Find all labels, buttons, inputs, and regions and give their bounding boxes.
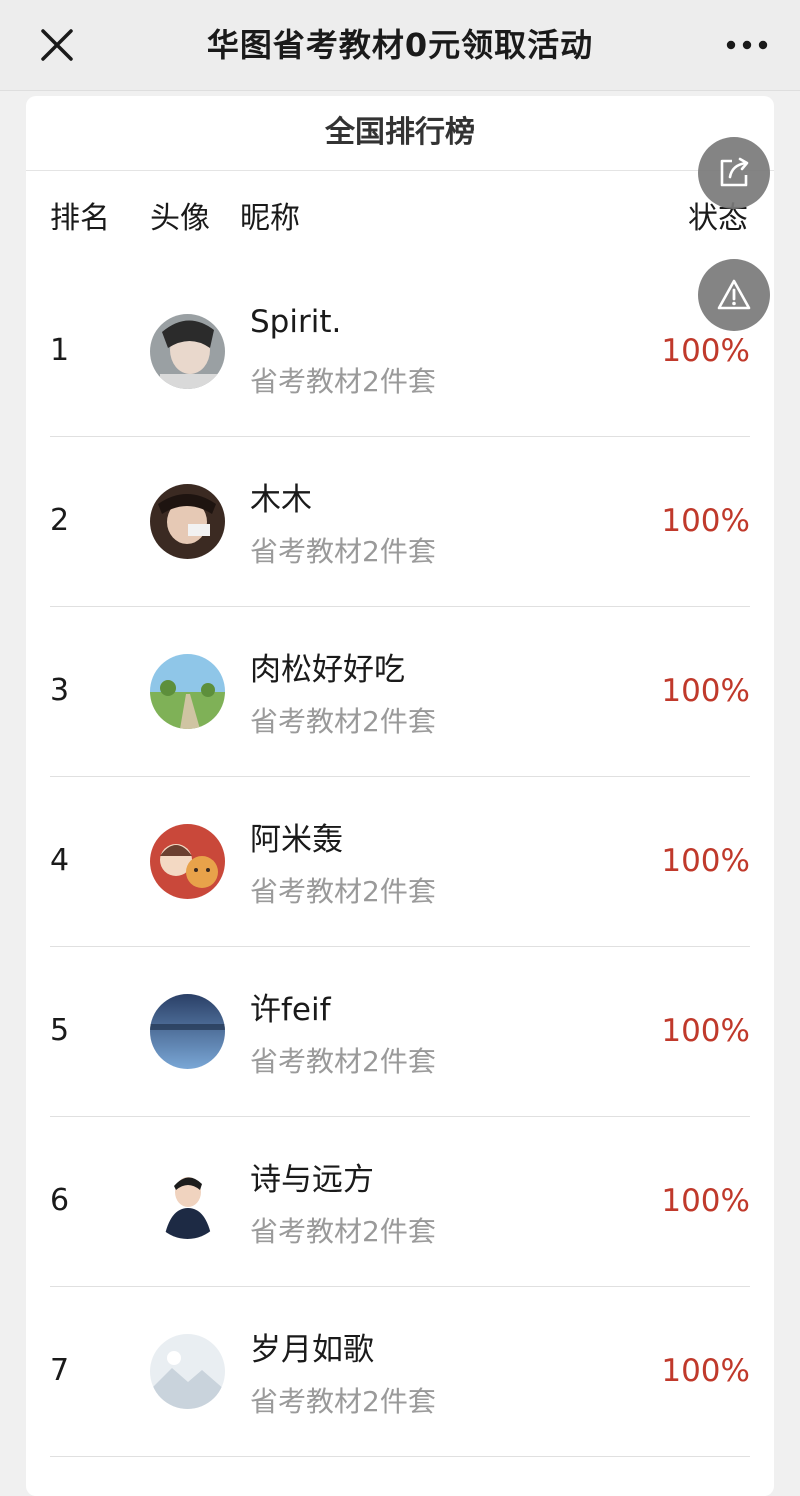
table-row[interactable]: 1 Spirit. 省考教材2件套 100% (50, 266, 750, 437)
rank-number: 3 (50, 673, 70, 708)
top-navbar: 华图省考教材0元领取活动 (0, 0, 800, 91)
table-header: 排名 头像 昵称 状态 (26, 194, 774, 244)
leaderboard-title: 全国排行榜 (26, 96, 774, 171)
report-button[interactable] (698, 259, 770, 331)
nickname: 肉松好好吃 (250, 652, 405, 688)
table-row[interactable]: 6 诗与远方 省考教材2件套 100% (50, 1116, 750, 1287)
status-percent: 100% (661, 843, 750, 879)
avatar[interactable] (150, 824, 225, 899)
share-icon (720, 157, 749, 187)
reward-text: 省考教材2件套 (250, 1045, 436, 1078)
reward-text: 省考教材2件套 (250, 705, 436, 738)
reward-text: 省考教材2件套 (250, 1215, 436, 1248)
header-avatar: 头像 (150, 201, 210, 236)
rank-number: 2 (50, 503, 70, 538)
status-percent: 100% (661, 503, 750, 539)
table-row[interactable]: 5 许feif 省考教材2件套 100% (50, 946, 750, 1117)
rank-number: 7 (50, 1353, 70, 1388)
rank-number: 4 (50, 843, 70, 878)
avatar[interactable] (150, 484, 225, 559)
page-title: 华图省考教材0元领取活动 (206, 26, 594, 64)
avatar[interactable] (150, 1164, 225, 1239)
header-nickname: 昵称 (240, 201, 300, 236)
nickname: 许feif (250, 992, 331, 1028)
reward-text: 省考教材2件套 (250, 875, 436, 908)
nickname: 木木 (250, 482, 312, 518)
status-percent: 100% (661, 1183, 750, 1219)
nickname: 岁月如歌 (250, 1332, 374, 1368)
share-button[interactable] (698, 137, 770, 209)
rank-number: 6 (50, 1183, 70, 1218)
leaderboard-card: 全国排行榜 排名 头像 昵称 状态 1 Spirit. 省考教材2件套 100%… (26, 96, 774, 1496)
table-row[interactable]: 3 肉松好好吃 省考教材2件套 100% (50, 606, 750, 777)
reward-text: 省考教材2件套 (250, 535, 436, 568)
status-percent: 100% (661, 1013, 750, 1049)
nickname: 诗与远方 (250, 1162, 374, 1198)
nickname: Spirit. (250, 304, 342, 340)
close-icon[interactable] (34, 22, 80, 68)
avatar[interactable] (150, 1334, 225, 1409)
more-dots-icon[interactable] (724, 22, 770, 68)
avatar[interactable] (150, 654, 225, 729)
table-row[interactable]: 2 木木 省考教材2件套 100% (50, 436, 750, 607)
nickname: 阿米轰 (250, 822, 343, 858)
table-row[interactable]: 4 阿米轰 省考教材2件套 100% (50, 776, 750, 947)
status-percent: 100% (661, 1353, 750, 1389)
avatar[interactable] (150, 994, 225, 1069)
table-row[interactable]: 7 岁月如歌 省考教材2件套 100% (50, 1286, 750, 1457)
reward-text: 省考教材2件套 (250, 1385, 436, 1418)
rank-number: 5 (50, 1013, 70, 1048)
warning-icon (717, 279, 751, 310)
status-percent: 100% (661, 673, 750, 709)
reward-text: 省考教材2件套 (250, 365, 436, 398)
avatar[interactable] (150, 314, 225, 389)
rank-number: 1 (50, 333, 70, 368)
header-rank: 排名 (50, 201, 110, 236)
